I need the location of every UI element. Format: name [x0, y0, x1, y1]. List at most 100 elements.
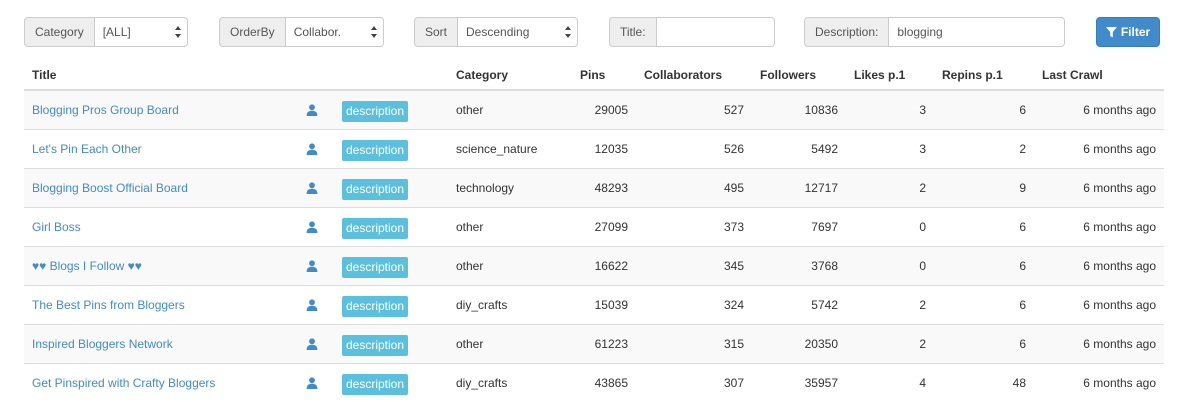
orderby-select[interactable]: Collabor. — [285, 17, 384, 47]
description-button[interactable]: description — [342, 256, 409, 278]
board-title-link[interactable]: Girl Boss — [32, 220, 81, 234]
cell-actions: description — [298, 245, 448, 285]
board-title-link[interactable]: ♥♥ Blogs I Follow ♥♥ — [32, 259, 142, 273]
select-arrows-icon — [370, 26, 377, 38]
cell-followers: 3768 — [752, 245, 846, 285]
cell-collaborators: 527 — [636, 89, 752, 129]
cell-actions: description — [298, 206, 448, 246]
description-button[interactable]: description — [342, 178, 409, 200]
category-select[interactable]: [ALL] — [94, 17, 188, 47]
cell-category: technology — [448, 167, 572, 207]
user-icon[interactable] — [306, 338, 318, 353]
description-filter-group: Description: blogging — [804, 17, 1066, 47]
sort-select[interactable]: Descending — [458, 17, 579, 47]
description-button[interactable]: description — [342, 295, 409, 317]
cell-actions: description — [298, 167, 448, 207]
filter-icon — [1105, 26, 1117, 38]
user-icon[interactable] — [306, 182, 318, 197]
cell-followers: 5492 — [752, 128, 846, 168]
boards-table: Title Category Pins Collaborators Follow… — [24, 60, 1164, 402]
cell-followers: 5742 — [752, 284, 846, 324]
orderby-select-value: Collabor. — [293, 25, 342, 39]
table-row: Blogging Pros Group Board description othe… — [24, 89, 1164, 129]
cell-pins: 12035 — [572, 128, 636, 168]
cell-pins: 61223 — [572, 323, 636, 363]
cell-actions: description — [298, 89, 448, 129]
cell-followers: 10836 — [752, 89, 846, 129]
user-icon[interactable] — [306, 299, 318, 314]
category-filter-group: Category [ALL] — [24, 17, 188, 47]
user-icon[interactable] — [306, 104, 318, 119]
cell-last-crawl: 6 months ago — [1034, 89, 1164, 129]
cell-likes: 3 — [846, 128, 934, 168]
description-input[interactable]: blogging — [889, 17, 1066, 47]
description-button[interactable]: description — [342, 334, 409, 356]
description-button[interactable]: description — [342, 100, 409, 122]
cell-likes: 0 — [846, 206, 934, 246]
cell-last-crawl: 6 months ago — [1034, 284, 1164, 324]
user-icon[interactable] — [306, 143, 318, 158]
board-title-link[interactable]: Inspired Bloggers Network — [32, 337, 173, 351]
cell-last-crawl: 6 months ago — [1034, 167, 1164, 207]
cell-category: other — [448, 89, 572, 129]
board-title-link[interactable]: Blogging Pros Group Board — [32, 103, 179, 117]
title-filter-group: Title: — [609, 17, 775, 47]
table-row: ♥♥ Blogs I Follow ♥♥ description other 1662… — [24, 245, 1164, 285]
cell-followers: 20350 — [752, 323, 846, 363]
user-icon[interactable] — [306, 377, 318, 392]
cell-likes: 4 — [846, 362, 934, 402]
cell-title: Blogging Boost Official Board — [24, 167, 298, 207]
cell-title: Inspired Bloggers Network — [24, 323, 298, 363]
sort-select-value: Descending — [466, 25, 530, 39]
cell-category: other — [448, 245, 572, 285]
description-button[interactable]: description — [342, 217, 409, 239]
select-arrows-icon — [174, 26, 181, 38]
cell-actions: description — [298, 284, 448, 324]
description-button[interactable]: description — [342, 139, 409, 161]
cell-repins: 9 — [934, 167, 1034, 207]
cell-collaborators: 373 — [636, 206, 752, 246]
user-icon[interactable] — [306, 221, 318, 236]
cell-pins: 27099 — [572, 206, 636, 246]
col-header-likes[interactable]: Likes p.1 — [846, 60, 934, 91]
col-header-pins[interactable]: Pins — [572, 60, 636, 91]
cell-pins: 43865 — [572, 362, 636, 402]
user-icon[interactable] — [306, 260, 318, 275]
category-select-value: [ALL] — [102, 25, 131, 39]
description-button[interactable]: description — [342, 373, 409, 395]
cell-last-crawl: 6 months ago — [1034, 245, 1164, 285]
col-header-followers[interactable]: Followers — [752, 60, 846, 91]
cell-likes: 2 — [846, 323, 934, 363]
cell-category: diy_crafts — [448, 284, 572, 324]
cell-repins: 6 — [934, 284, 1034, 324]
cell-pins: 29005 — [572, 89, 636, 129]
cell-pins: 48293 — [572, 167, 636, 207]
cell-repins: 6 — [934, 206, 1034, 246]
col-header-repins[interactable]: Repins p.1 — [934, 60, 1034, 91]
board-title-link[interactable]: Let's Pin Each Other — [32, 142, 142, 156]
board-title-link[interactable]: Blogging Boost Official Board — [32, 181, 188, 195]
title-input[interactable] — [656, 17, 775, 47]
cell-last-crawl: 6 months ago — [1034, 206, 1164, 246]
cell-followers: 7697 — [752, 206, 846, 246]
category-filter-label: Category — [24, 17, 95, 47]
cell-repins: 48 — [934, 362, 1034, 402]
col-header-collaborators[interactable]: Collaborators — [636, 60, 752, 91]
cell-title: Blogging Pros Group Board — [24, 89, 298, 129]
col-header-category[interactable]: Category — [448, 60, 572, 91]
cell-last-crawl: 6 months ago — [1034, 323, 1164, 363]
board-title-link[interactable]: The Best Pins from Bloggers — [32, 298, 185, 312]
cell-collaborators: 526 — [636, 128, 752, 168]
col-header-actions — [298, 60, 448, 91]
sort-filter-group: Sort Descending — [414, 17, 579, 47]
col-header-title[interactable]: Title — [24, 60, 298, 91]
cell-title: Girl Boss — [24, 206, 298, 246]
col-header-last-crawl[interactable]: Last Crawl — [1034, 60, 1164, 91]
cell-repins: 6 — [934, 245, 1034, 285]
cell-repins: 2 — [934, 128, 1034, 168]
board-title-link[interactable]: Get Pinspired with Crafty Bloggers — [32, 376, 215, 390]
filter-button[interactable]: Filter — [1096, 17, 1160, 47]
sort-filter-label: Sort — [414, 17, 459, 47]
filter-button-label: Filter — [1120, 25, 1151, 39]
cell-collaborators: 495 — [636, 167, 752, 207]
